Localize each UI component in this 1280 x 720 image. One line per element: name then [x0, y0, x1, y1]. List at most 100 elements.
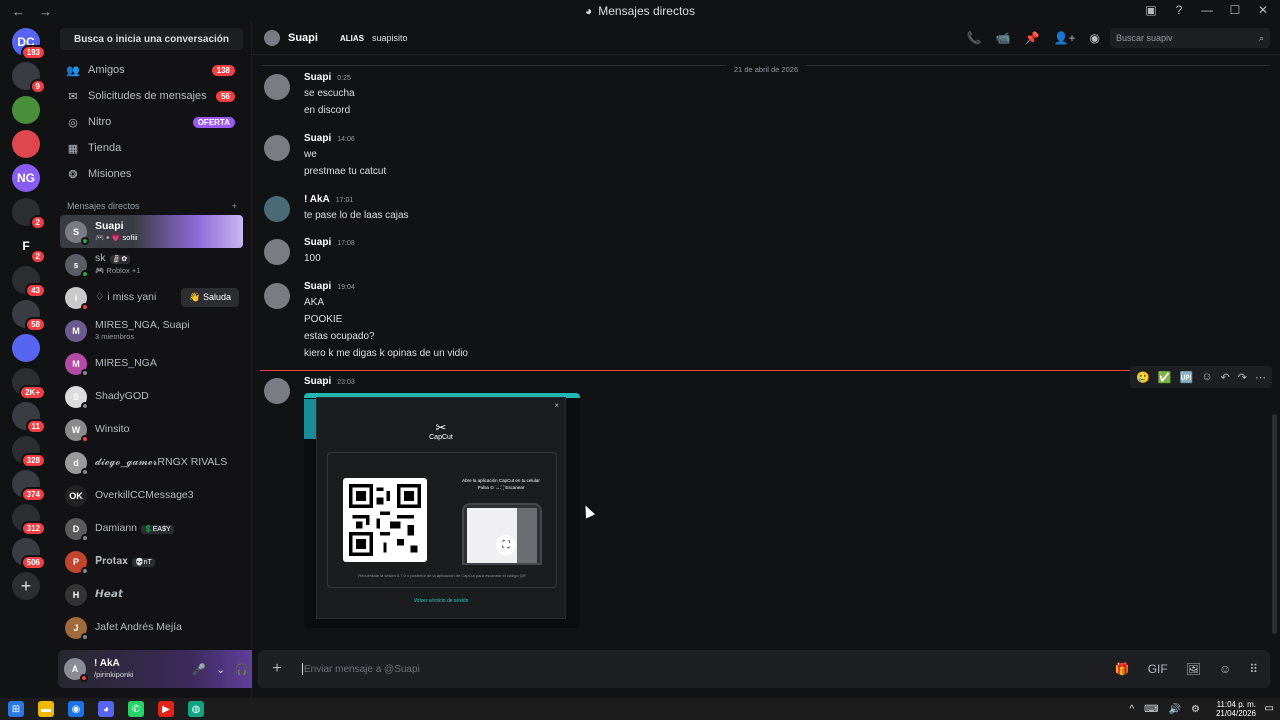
dm-section-title: Mensajes directos — [67, 201, 140, 211]
user-avatar[interactable]: A — [64, 658, 88, 682]
microphone-icon[interactable]: 🎤 — [192, 663, 206, 676]
emoji-icon[interactable]: ☺ — [1219, 662, 1231, 676]
video-call-icon[interactable]: 📹 — [996, 31, 1011, 45]
add-reaction-icon[interactable]: ☺ — [1201, 371, 1212, 383]
nav-item-misiones[interactable]: ❂ Misiones — [60, 161, 243, 187]
message-author[interactable]: Suapi — [304, 72, 331, 83]
start-menu-icon[interactable]: ⊞ — [8, 701, 24, 717]
nav-item-solicitudes[interactable]: ✉ Solicitudes de mensajes 56 — [60, 83, 243, 109]
server-icon[interactable]: 374 — [12, 470, 46, 502]
nav-item-tienda[interactable]: ▦ Tienda — [60, 135, 243, 161]
settings-tray-icon[interactable]: ⚙ — [1191, 704, 1200, 715]
dm-item[interactable]: W Winsito — [60, 413, 243, 446]
message-avatar[interactable] — [264, 283, 290, 309]
dm-item[interactable]: i ♢ i miss yani 👋 Saluda — [60, 281, 243, 314]
add-friend-icon[interactable]: 👤+ — [1054, 31, 1076, 45]
dm-item[interactable]: M MIRES_NGA — [60, 347, 243, 380]
dm-item[interactable]: OK OverkillCCMessage3 — [60, 479, 243, 512]
youtube-music-icon[interactable]: ▶ — [158, 701, 174, 717]
server-icon[interactable]: 2 — [12, 198, 46, 230]
server-icon[interactable]: 11 — [12, 402, 46, 434]
server-icon[interactable]: 328 — [12, 436, 46, 468]
chat-user-avatar[interactable] — [264, 30, 280, 46]
mic-options-chevron-icon[interactable]: ⌄ — [216, 663, 225, 676]
message-avatar[interactable] — [264, 196, 290, 222]
add-server-button[interactable]: + — [12, 572, 40, 600]
message-avatar[interactable] — [264, 135, 290, 161]
gift-icon[interactable]: 🎁 — [1115, 662, 1130, 676]
server-icon[interactable]: 58 — [12, 300, 46, 332]
dm-item[interactable]: D Damiann 💲EA$Y — [60, 512, 243, 545]
message-author[interactable]: Suapi — [304, 376, 331, 387]
server-icon[interactable] — [12, 130, 40, 158]
apps-icon[interactable]: ⠿ — [1249, 662, 1258, 676]
server-icon[interactable]: 2K+ — [12, 368, 46, 400]
pin-icon[interactable]: 📌 — [1025, 31, 1040, 45]
back-arrow-icon[interactable]: ← — [12, 4, 25, 19]
message-author[interactable]: Suapi — [304, 281, 331, 292]
server-icon[interactable]: 43 — [12, 266, 46, 298]
message-avatar[interactable] — [264, 74, 290, 100]
message-input[interactable]: Enviar mensaje a @Suapi — [304, 664, 420, 675]
find-conversation-button[interactable]: Busca o inicia una conversación — [60, 28, 243, 50]
discord-taskbar-icon[interactable]: ◕ — [98, 701, 114, 717]
close-button[interactable]: ✕ — [1256, 3, 1270, 17]
message-author[interactable]: ! AkA — [304, 194, 330, 205]
notification-center-icon[interactable]: ▭ — [1265, 703, 1274, 714]
maximize-button[interactable]: ☐ — [1228, 3, 1242, 17]
chatgpt-icon[interactable]: ◍ — [188, 701, 204, 717]
forward-arrow-icon[interactable]: → — [39, 4, 52, 19]
chat-user-name[interactable]: Suapi — [288, 32, 318, 44]
dm-item[interactable]: s sk 🗿✿ 🎮 Roblox +1 — [60, 248, 243, 281]
dm-item[interactable]: P 𝐏𝐫𝐨𝐭𝐚𝐱 💀nT — [60, 545, 243, 578]
chat-scrollbar[interactable] — [1272, 414, 1277, 634]
server-icon[interactable]: DC 193 — [12, 28, 46, 60]
message-avatar[interactable] — [264, 239, 290, 265]
dm-item[interactable]: d 𝓭𝓲𝓮𝓰𝓸_𝓰𝓪𝓶𝓮𝓻RNGX RIVALS — [60, 446, 243, 479]
server-icon[interactable] — [12, 334, 40, 362]
chrome-icon[interactable]: ◉ — [68, 701, 84, 717]
server-icon[interactable]: 312 — [12, 504, 46, 536]
server-icon[interactable]: 506 — [12, 538, 46, 570]
gif-icon[interactable]: GIF — [1148, 662, 1168, 676]
reaction-up-icon[interactable]: 🆙 — [1180, 371, 1194, 384]
keyboard-icon[interactable]: ⌨ — [1144, 704, 1158, 715]
server-icon[interactable]: NG — [12, 164, 40, 192]
nav-item-nitro[interactable]: ◎ Nitro OFERTA — [60, 109, 243, 135]
profile-icon[interactable]: ◉ — [1090, 31, 1100, 45]
reaction-emoji-icon[interactable]: 🥲 — [1136, 371, 1150, 384]
voice-call-icon[interactable]: 📞 — [967, 31, 982, 45]
message-author[interactable]: Suapi — [304, 133, 331, 144]
inbox-icon[interactable]: ▣ — [1144, 3, 1158, 17]
tray-overflow-icon[interactable]: ^ — [1129, 704, 1134, 715]
message-author[interactable]: Suapi — [304, 237, 331, 248]
dm-item[interactable]: S Suapi 🎮 • 💗 sofiii — [60, 215, 243, 248]
more-icon[interactable]: ⋯ — [1255, 371, 1266, 384]
taskbar-clock[interactable]: 11:04 p. m. 21/04/2026 — [1216, 700, 1256, 718]
dm-item[interactable]: J Jafet Andrés Mejía — [60, 611, 243, 644]
whatsapp-icon[interactable]: ✆ — [128, 701, 144, 717]
sticker-icon[interactable]: 🖼 — [1186, 662, 1201, 676]
reply-icon[interactable]: ↶ — [1221, 371, 1230, 384]
wave-button[interactable]: 👋 Saluda — [181, 288, 239, 307]
dm-item[interactable]: S ShadyGOD — [60, 380, 243, 413]
headphones-icon[interactable]: 🎧 — [235, 663, 249, 676]
dm-item[interactable]: M MIRES_NGA, Suapi 3 miembros — [60, 314, 243, 347]
volume-icon[interactable]: 🔊 — [1169, 704, 1181, 715]
chat-search-input[interactable]: Buscar suapiv ⌕ — [1110, 28, 1270, 48]
server-icon[interactable]: 9 — [12, 62, 46, 94]
dm-item[interactable]: H 𝙃𝙚𝙖𝙩 — [60, 578, 243, 611]
nav-item-amigos[interactable]: 👥 Amigos 138 — [60, 57, 243, 83]
create-dm-plus-icon[interactable]: + — [232, 201, 237, 211]
reaction-check-icon[interactable]: ✅ — [1158, 371, 1172, 384]
server-icon[interactable]: F2 — [12, 232, 46, 264]
capcut-screenshot-attachment[interactable]: × ✂ CapCut Abre la aplicación CapCut en … — [304, 393, 580, 628]
dm-name: Suapi — [95, 219, 124, 232]
minimize-button[interactable]: — — [1200, 3, 1214, 17]
message-avatar[interactable] — [264, 378, 290, 404]
help-icon[interactable]: ? — [1172, 3, 1186, 17]
upload-plus-button[interactable]: + — [258, 660, 296, 678]
file-explorer-icon[interactable]: ▬ — [38, 701, 54, 717]
forward-icon[interactable]: ↷ — [1238, 371, 1247, 384]
server-icon[interactable] — [12, 96, 40, 124]
